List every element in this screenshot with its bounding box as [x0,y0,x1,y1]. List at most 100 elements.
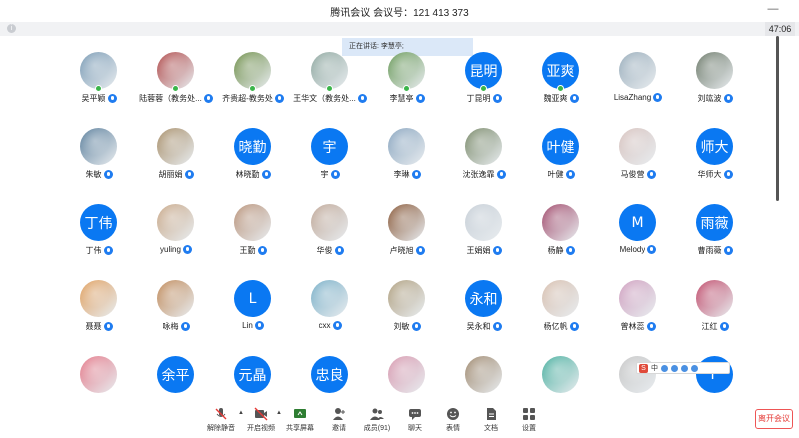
participant-tile[interactable]: 王华文（教务处... [291,48,369,118]
participant-name-label: 华俊 [316,246,333,255]
invite-button[interactable]: 邀请 [322,407,356,437]
settings-icon [523,408,535,420]
mic-muted-icon [215,408,227,420]
grid-scrollbar[interactable] [776,36,779,201]
participant-tile[interactable]: 胡丽娟 [137,124,215,194]
unmute-button[interactable]: 解除静音 [204,407,238,437]
participant-name: 齐贵超-教务处 [214,93,292,104]
mic-status-icon [254,321,264,330]
participant-tile[interactable]: 李慧亭 [368,48,446,118]
ime-toolbar[interactable]: S 中 [636,362,730,374]
participant-tile[interactable]: 曾林蕊 [599,276,677,346]
avatar-photo [157,204,194,241]
minimize-icon[interactable]: — [766,3,780,15]
avatar-photo [619,52,656,89]
ime-menu-icon[interactable] [691,364,698,372]
members-button[interactable]: 成员(91) [360,407,394,437]
avatar-photo [157,280,194,317]
avatar-photo [157,128,194,165]
participant-name-label: 叶健 [547,170,564,179]
avatar-photo [157,52,194,89]
participant-tile[interactable]: 王勤 [214,200,292,270]
participant-tile[interactable]: 华俊 [291,200,369,270]
participant-tile[interactable]: 丁伟 丁伟 [60,200,138,270]
participant-name-label: 刘敏 [393,322,410,331]
avatar-photo [234,204,271,241]
avatar-initials: 永和 [465,280,502,317]
participant-tile[interactable]: 昆明 丁昆明 [445,48,523,118]
participant-tile[interactable]: 吴平颖 [60,48,138,118]
avatar-photo [388,128,425,165]
participant-tile[interactable]: yuling [137,200,215,270]
chat-button[interactable]: 聊天 [398,407,432,437]
participant-name: 王勤 [214,245,292,256]
avatar-photo [311,52,348,89]
participant-name-label: 吴平颖 [81,94,106,103]
participant-name: LisaZhang [599,93,677,102]
mic-status-icon [492,322,502,331]
participant-tile[interactable]: 王娟娟 [445,200,523,270]
participant-tile[interactable]: cxx [291,276,369,346]
participant-tile[interactable]: 朱敏 [60,124,138,194]
host-badge-icon [95,85,102,92]
participant-tile[interactable]: 刘竑波 [676,48,754,118]
participant-tile[interactable]: 师大 华师大 [676,124,754,194]
ime-mode[interactable]: 中 [651,363,658,373]
participant-name: 宇 [291,169,369,180]
participant-tile[interactable]: 雨薇 曹雨薇 [676,200,754,270]
info-icon[interactable]: i [7,24,16,33]
start-video-button[interactable]: 开启视频 [244,407,278,437]
participant-tile[interactable]: 江红 [676,276,754,346]
share-screen-button[interactable]: 共享屏幕 [283,407,317,437]
participant-tile[interactable]: L Lin [214,276,292,346]
participant-name-label: Lin [242,321,253,330]
participant-tile[interactable]: 晓勤 林晓勤 [214,124,292,194]
info-strip: i [0,22,799,36]
documents-button[interactable]: 文档 [474,407,508,437]
mic-status-icon [719,322,729,331]
video-options-caret-icon[interactable]: ▲ [276,410,282,416]
participant-name: yuling [137,245,215,254]
participant-tile[interactable]: 亚爽 魏亚爽 [522,48,600,118]
participant-tile[interactable]: 李琳 [368,124,446,194]
participant-tile[interactable]: 聂聂 [60,276,138,346]
participant-tile[interactable]: 咏梅 [137,276,215,346]
mic-status-icon [723,246,733,255]
mic-status-icon [569,94,579,103]
participant-tile[interactable]: 杨静 [522,200,600,270]
participant-tile[interactable]: 沈张逸霏 [445,124,523,194]
participant-name: 曹雨薇 [676,245,754,256]
participant-name-label: 杨亿帆 [543,322,568,331]
settings-button[interactable]: 设置 [512,407,546,437]
participant-tile[interactable]: 宇宇 [291,124,369,194]
ime-emoji-icon[interactable] [661,364,668,372]
mic-status-icon [107,94,117,103]
emoji-button[interactable]: 表情 [436,407,470,437]
leave-meeting-button[interactable]: 离开会议 [755,409,793,429]
participant-tile[interactable]: 马俊营 [599,124,677,194]
participant-name-label: yuling [160,245,181,254]
participant-tile[interactable]: 齐贵超-教务处 [214,48,292,118]
ime-mic-icon[interactable] [671,364,678,372]
participant-tile[interactable]: 刘敏 [368,276,446,346]
mic-status-icon [274,94,284,103]
participant-name-label: 王华文（教务处... [293,94,356,103]
participant-name: 杨亿帆 [522,321,600,332]
participant-tile[interactable]: 永和 吴永和 [445,276,523,346]
mic-status-icon [261,170,271,179]
ime-keyboard-icon[interactable] [681,364,688,372]
avatar-photo [388,204,425,241]
participant-tile[interactable]: M Melody [599,200,677,270]
participant-tile[interactable]: 卢晓旭 [368,200,446,270]
participant-name-label: 胡丽娟 [158,170,183,179]
participant-name: cxx [291,321,369,330]
participant-tile[interactable]: 杨亿帆 [522,276,600,346]
participant-name: 马俊营 [599,169,677,180]
participant-tile[interactable]: 陆蓉蓉（教务处... [137,48,215,118]
host-badge-icon [249,85,256,92]
participant-tile[interactable]: LisaZhang [599,48,677,118]
participant-name: 王华文（教务处... [291,93,369,104]
participant-name: 沈张逸霏 [445,169,523,180]
participant-tile[interactable]: 叶健 叶健 [522,124,600,194]
mic-status-icon [565,246,575,255]
